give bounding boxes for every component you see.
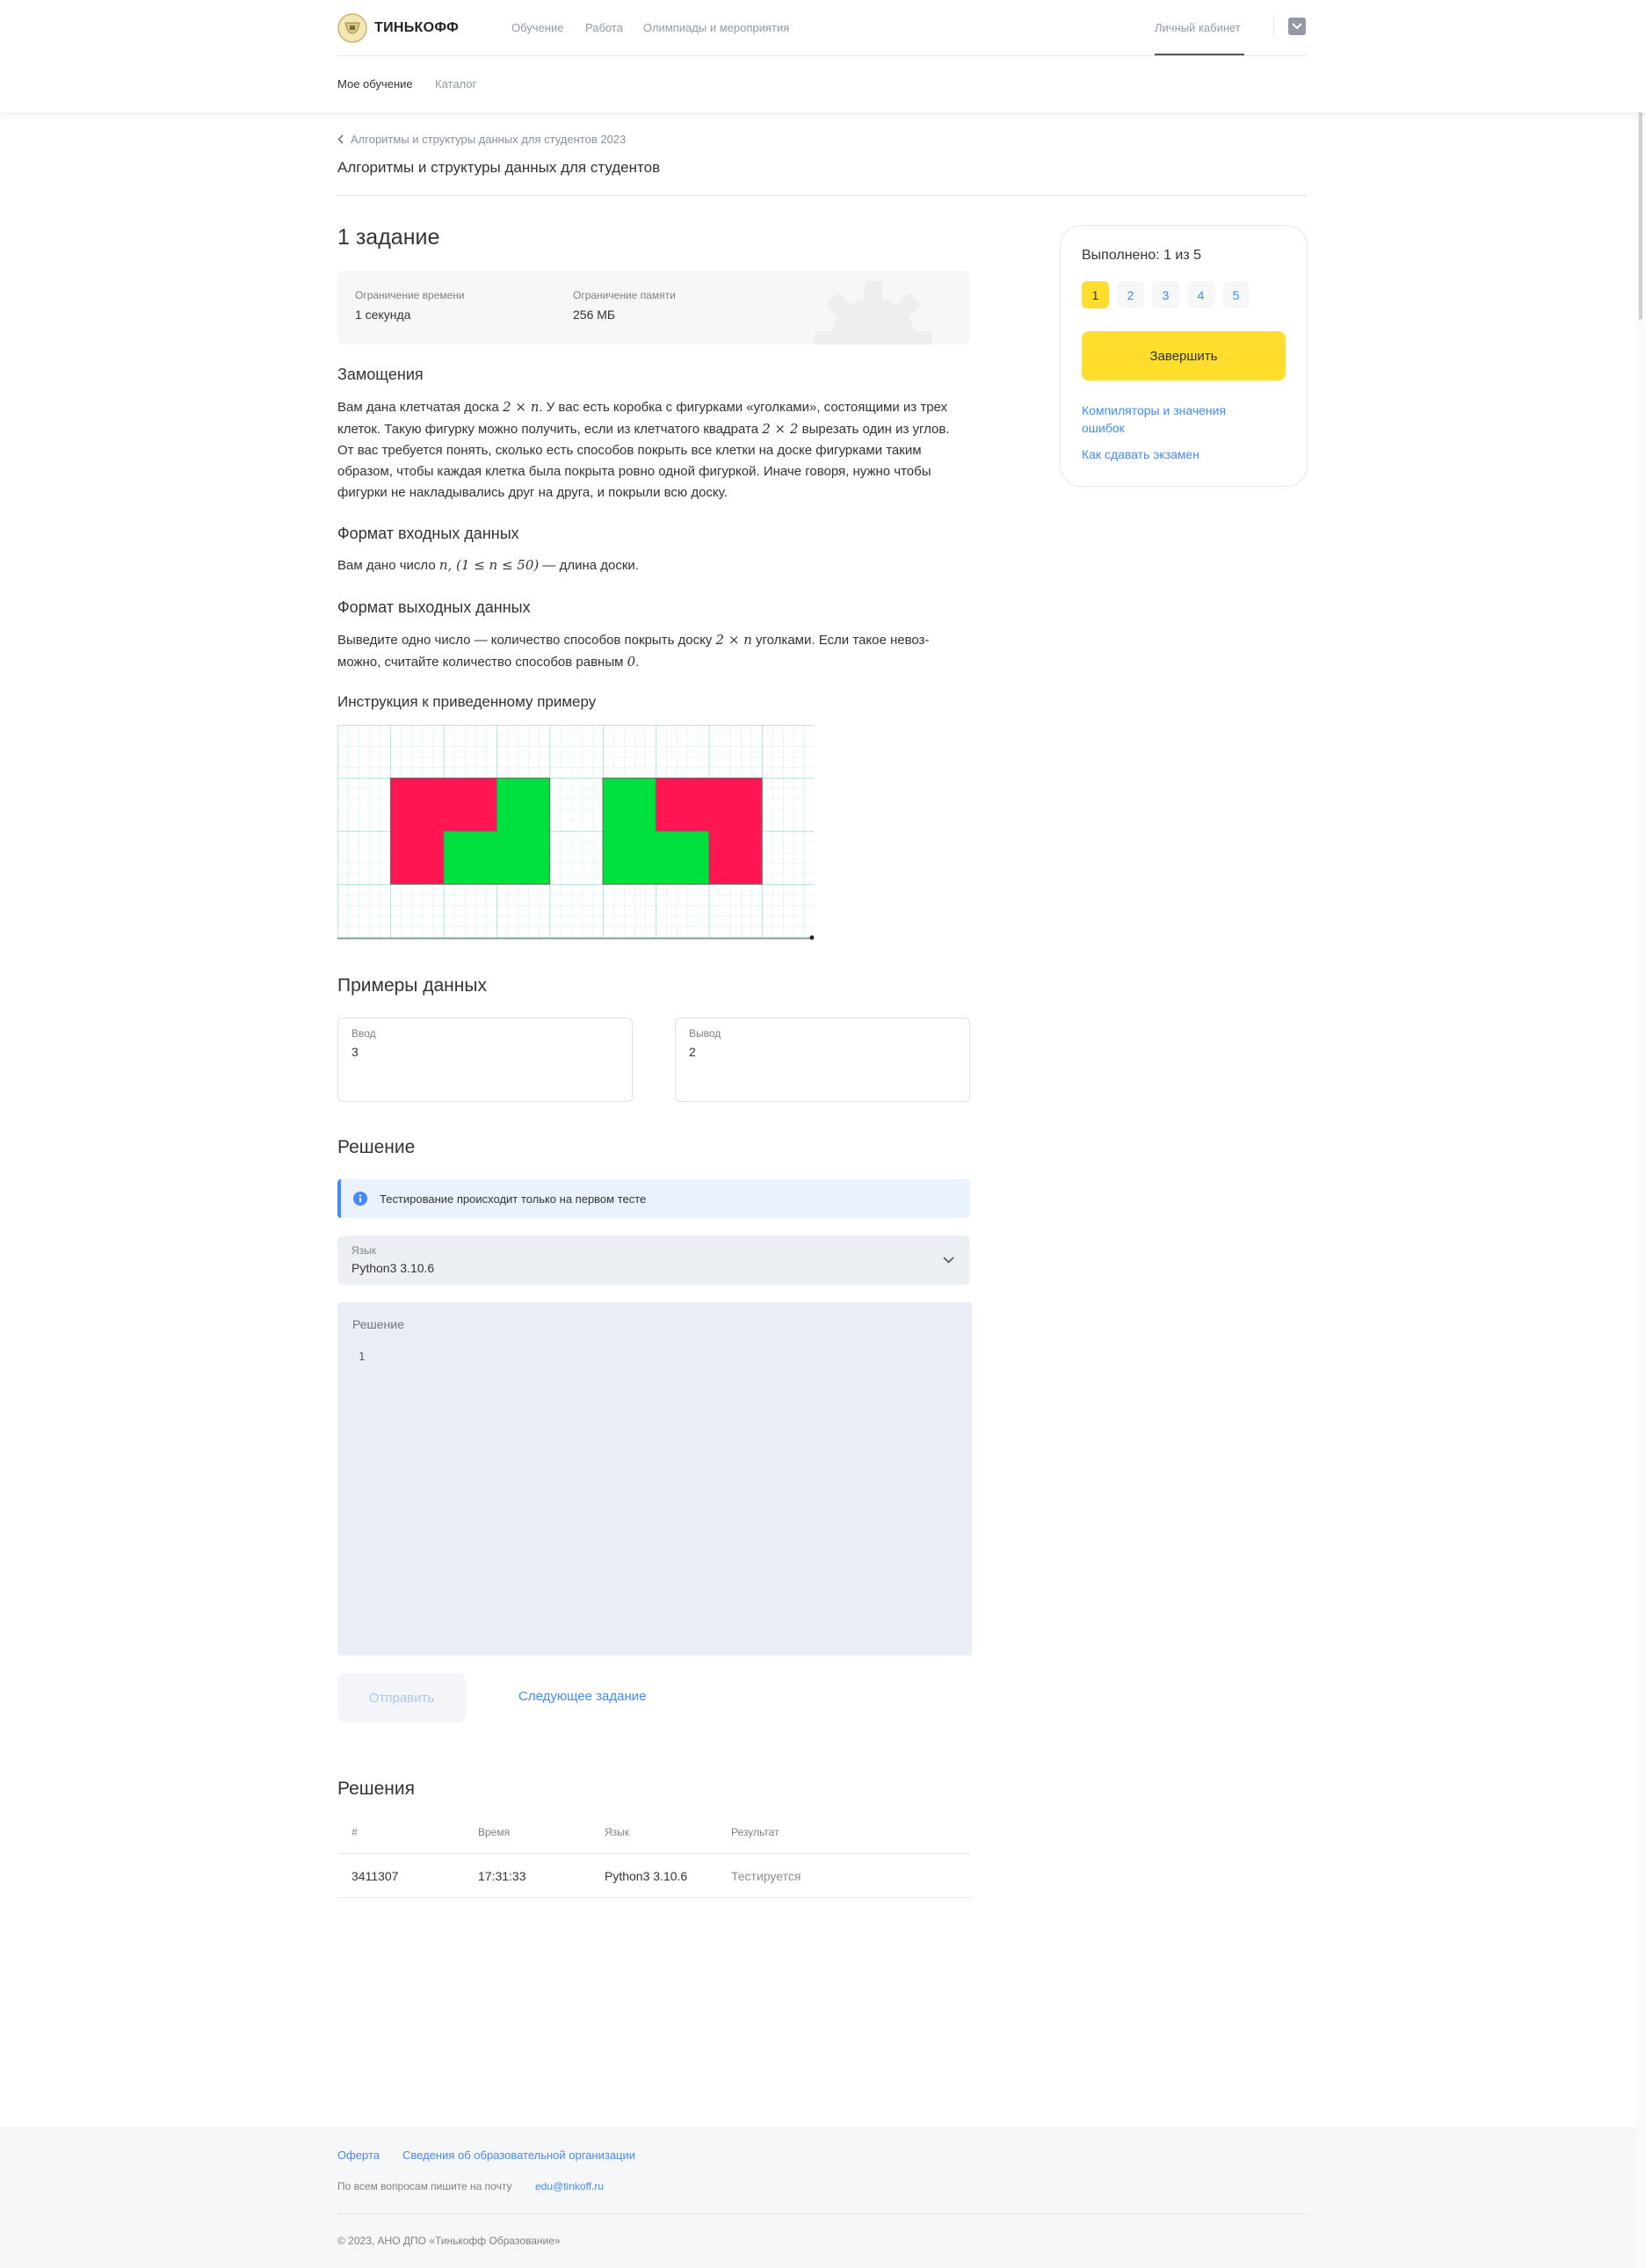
solution-title: Решение: [337, 1137, 416, 1157]
problem-statement: Вам дана клетчатая доска 2 × n. У вас ес…: [337, 399, 950, 500]
cell-id: 3411307: [351, 1869, 399, 1883]
col-header-language: Язык: [605, 1826, 630, 1838]
examples-title: Примеры данных: [337, 975, 487, 996]
task-nav-1[interactable]: 1: [1082, 281, 1109, 308]
chevron-down-icon: [943, 1257, 954, 1264]
footer-org-info-link[interactable]: Сведения об образовательной организации: [402, 2148, 635, 2162]
sample-input-label: Ввод: [351, 1027, 376, 1040]
compilers-link[interactable]: Компиляторы и значения ошибок: [1082, 402, 1226, 437]
header: ТИНЬКОФФ Обучение Работа Олимпиады и мер…: [0, 0, 1645, 112]
input-format-text: Вам дано число n, (1 ≤ n ≤ 50) — длина д…: [337, 557, 639, 573]
language-value: Python3 3.10.6: [351, 1261, 435, 1275]
sample-input-box: Ввод 3: [337, 1018, 633, 1102]
exam-guide-link[interactable]: Как сдавать экзамен: [1082, 447, 1199, 461]
course-title: Алгоритмы и структуры данных для студент…: [337, 159, 661, 176]
output-format-text: Выведите одно число — количество способо…: [337, 632, 930, 670]
info-banner-text: Тестирование происходит только на первом…: [380, 1192, 647, 1206]
time-limit-label: Ограничение времени: [355, 289, 465, 301]
nav-olympiads[interactable]: Олимпиады и мероприятия: [643, 21, 789, 34]
task-nav-3[interactable]: 3: [1152, 281, 1179, 308]
nav-account[interactable]: Личный кабинет: [1155, 21, 1241, 34]
footer-email-link[interactable]: edu@tinkoff.ru: [535, 2180, 604, 2192]
header-separator: [1273, 18, 1274, 37]
submissions-table: # Время Язык Результат 3411307 17:31:33 …: [337, 1821, 970, 1902]
task-title: 1 задание: [337, 225, 440, 250]
title-divider: [337, 195, 1308, 196]
submissions-title: Решения: [337, 1779, 415, 1799]
limits-box: Ограничение времени 1 секунда Ограничени…: [337, 271, 970, 344]
user-menu-button[interactable]: [1288, 18, 1306, 35]
cell-time: 17:31:33: [478, 1869, 526, 1883]
info-icon: [353, 1192, 367, 1206]
submit-button[interactable]: Отправить: [337, 1673, 466, 1722]
breadcrumb[interactable]: Алгоритмы и структуры данных для студент…: [337, 133, 626, 146]
col-header-result: Результат: [731, 1826, 779, 1838]
finish-button-label: Завершить: [1149, 348, 1218, 364]
gear-watermark-icon: [815, 281, 932, 344]
chevron-down-icon: [1292, 23, 1302, 30]
footer-offer-link[interactable]: Оферта: [337, 2148, 380, 2162]
subnav-my-learning[interactable]: Мое обучение: [337, 77, 413, 91]
nav-work[interactable]: Работа: [585, 21, 623, 34]
info-banner: Тестирование происходит только на первом…: [337, 1179, 970, 1218]
tiling-example-image: [337, 725, 814, 940]
header-divider: [337, 55, 1308, 56]
editor-label: Решение: [352, 1317, 404, 1331]
input-format-title: Формат входных данных: [337, 525, 519, 542]
task-nav-4[interactable]: 4: [1187, 281, 1214, 308]
sample-output-box: Вывод 2: [675, 1018, 970, 1102]
submit-button-label: Отправить: [368, 1690, 435, 1706]
logo-emblem-icon: [337, 13, 367, 43]
sample-output-value: 2: [689, 1045, 696, 1059]
finish-button[interactable]: Завершить: [1082, 331, 1286, 380]
memory-limit-label: Ограничение памяти: [573, 289, 676, 301]
logo[interactable]: ТИНЬКОФФ: [337, 12, 459, 44]
time-limit-value: 1 секунда: [355, 308, 411, 322]
example-instruction-title: Инструкция к приведенному примеру: [337, 693, 597, 710]
next-task-link[interactable]: Следующее задание: [518, 1689, 646, 1704]
memory-limit-value: 256 МБ: [573, 308, 616, 322]
language-select[interactable]: Язык Python3 3.10.6: [337, 1235, 970, 1285]
cell-result: Тестируется: [731, 1869, 801, 1883]
editor-line-number: 1: [359, 1351, 366, 1363]
footer-copyright: © 2023, АНО ДПО «Тинькофф Образование»: [337, 2235, 561, 2247]
scrollbar-track[interactable]: [1636, 0, 1645, 2268]
footer: Оферта Сведения об образовательной орган…: [0, 2127, 1636, 2268]
logo-text: ТИНЬКОФФ: [374, 20, 460, 35]
task-nav-2[interactable]: 2: [1117, 281, 1144, 308]
language-label: Язык: [351, 1244, 377, 1257]
chevron-left-icon: [337, 134, 344, 144]
col-header-time: Время: [478, 1826, 511, 1838]
sample-output-label: Вывод: [689, 1027, 721, 1040]
cell-language: Python3 3.10.6: [605, 1869, 688, 1883]
footer-contact-text: По всем вопросам пишите на почту: [337, 2180, 512, 2192]
problem-title: Замощения: [337, 366, 424, 383]
progress-card: Выполнено: 1 из 5 1 2 3 4 5 Завершить Ко…: [1060, 225, 1308, 487]
code-editor[interactable]: Решение 1: [337, 1302, 972, 1656]
breadcrumb-label: Алгоритмы и структуры данных для студент…: [351, 133, 627, 146]
output-format-title: Формат выходных данных: [337, 598, 531, 616]
sample-input-value: 3: [351, 1045, 359, 1059]
table-row[interactable]: 3411307 17:31:33 Python3 3.10.6 Тестируе…: [337, 1854, 970, 1898]
progress-text: Выполнено: 1 из 5: [1082, 248, 1202, 263]
nav-learning[interactable]: Обучение: [511, 21, 563, 34]
col-header-id: #: [351, 1826, 358, 1838]
subnav-catalog[interactable]: Каталог: [435, 77, 476, 91]
task-nav-5[interactable]: 5: [1222, 281, 1250, 308]
